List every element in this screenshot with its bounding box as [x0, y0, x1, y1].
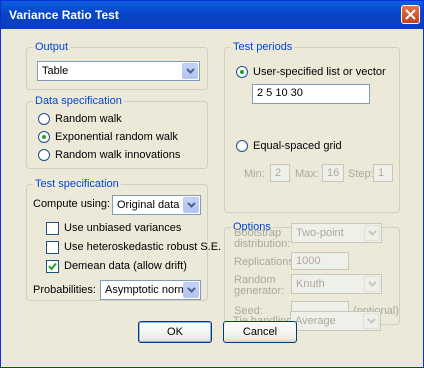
chevron-down-icon[interactable]	[364, 225, 380, 241]
ok-button[interactable]: OK	[138, 321, 212, 343]
cancel-button[interactable]: Cancel	[223, 321, 297, 343]
output-select-value: Table	[42, 65, 69, 77]
compute-using-label: Compute using:	[33, 198, 111, 210]
chevron-down-icon[interactable]	[364, 276, 380, 292]
dialog-body: Output Table Data specification Random w…	[4, 29, 420, 364]
variance-ratio-dialog: Variance Ratio Test Output Table Data sp…	[0, 0, 424, 368]
test-spec-legend: Test specification	[33, 178, 121, 190]
user-specified-input[interactable]: 2 5 10 30	[252, 84, 370, 104]
heteroskedastic-label: Use heteroskedastic robust S.E.	[64, 241, 222, 253]
demean-data-label: Demean data (allow drift)	[64, 260, 187, 272]
radio-equal-spaced-grid-label: Equal-spaced grid	[253, 140, 342, 152]
grid-step-value: 1	[378, 167, 385, 179]
grid-min-value: 2	[275, 167, 282, 179]
ok-button-label: OK	[167, 326, 183, 338]
replications-value: 1000	[296, 255, 321, 267]
checkmark-icon	[46, 260, 59, 273]
output-select[interactable]: Table	[37, 61, 200, 81]
output-legend: Output	[33, 41, 71, 53]
checkbox-icon	[46, 241, 59, 254]
replications-label: Replications:	[234, 256, 297, 268]
chevron-down-icon[interactable]	[183, 197, 199, 213]
radio-user-specified-label: User-specified list or vector	[253, 66, 386, 78]
random-generator-value: Knuth	[296, 278, 325, 290]
close-icon	[405, 9, 416, 20]
chevron-down-icon[interactable]	[363, 313, 379, 329]
tie-handling-select[interactable]: Average	[290, 311, 381, 331]
data-spec-group: Data specification Random walk Exponenti…	[26, 95, 208, 169]
radio-random-walk-label: Random walk	[55, 113, 122, 125]
compute-using-value: Original data	[117, 199, 180, 211]
compute-using-select[interactable]: Original data	[112, 195, 201, 215]
radio-circle-icon	[38, 149, 50, 161]
grid-max-value: 16	[327, 167, 340, 179]
test-periods-legend: Test periods	[231, 41, 295, 53]
bootstrap-distribution-select[interactable]: Two-point	[291, 223, 382, 243]
grid-min-label: Min:	[244, 168, 265, 180]
output-group: Output Table	[26, 41, 208, 90]
user-specified-value: 2 5 10 30	[257, 87, 303, 99]
random-generator-select[interactable]: Knuth	[291, 274, 382, 294]
bootstrap-distribution-value: Two-point	[296, 227, 344, 239]
grid-max-label: Max:	[295, 168, 319, 180]
grid-step-label: Step:	[348, 168, 374, 180]
chevron-down-icon[interactable]	[183, 282, 199, 298]
test-spec-group: Test specification Compute using: Origin…	[26, 178, 221, 301]
test-periods-group: Test periods User-specified list or vect…	[224, 41, 400, 213]
cancel-button-label: Cancel	[242, 326, 278, 338]
grid-step-input[interactable]: 1	[373, 164, 393, 182]
checkbox-icon	[46, 222, 59, 235]
chevron-down-icon[interactable]	[182, 63, 198, 79]
probabilities-label: Probabilities:	[33, 284, 96, 296]
random-generator-label-line2: generator:	[234, 285, 285, 297]
probabilities-select[interactable]: Asymptotic normal	[100, 280, 201, 300]
title-bar[interactable]: Variance Ratio Test	[1, 1, 423, 29]
radio-selected-icon	[38, 131, 50, 143]
grid-min-input[interactable]: 2	[270, 164, 290, 182]
radio-selected-icon	[236, 66, 248, 78]
close-button[interactable]	[401, 5, 420, 24]
radio-exponential-random-walk-label: Exponential random walk	[55, 131, 178, 143]
radio-circle-icon	[236, 140, 248, 152]
tie-handling-value: Average	[295, 315, 336, 327]
radio-circle-icon	[38, 113, 50, 125]
probabilities-value: Asymptotic normal	[105, 284, 196, 296]
grid-max-input[interactable]: 16	[322, 164, 344, 182]
bootstrap-label-line2: distribution:	[234, 238, 291, 250]
unbiased-variances-label: Use unbiased variances	[64, 222, 182, 234]
data-spec-legend: Data specification	[33, 95, 124, 107]
radio-random-walk-innovations-label: Random walk innovations	[55, 149, 181, 161]
window-title: Variance Ratio Test	[9, 8, 119, 22]
replications-input[interactable]: 1000	[291, 252, 349, 270]
